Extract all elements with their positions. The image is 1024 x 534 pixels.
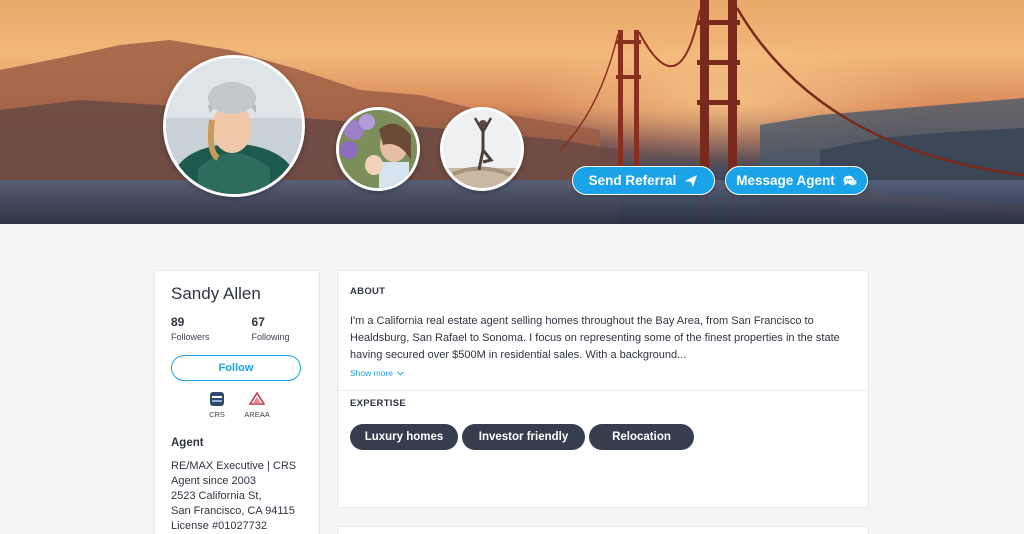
expertise-heading: EXPERTISE xyxy=(350,398,407,409)
about-heading: ABOUT xyxy=(350,286,386,297)
badge-crs-label: CRS xyxy=(209,410,225,419)
badge-crs[interactable]: CRS xyxy=(203,391,231,419)
follow-stats: 89 Followers 67 Following xyxy=(171,315,303,342)
gallery-photo-flowers[interactable] xyxy=(336,107,420,191)
agent-name: Sandy Allen xyxy=(171,284,261,303)
follow-button[interactable]: Follow xyxy=(171,355,301,381)
following-label: Following xyxy=(251,332,290,342)
agent-brokerage: RE/MAX Executive | CRS xyxy=(171,460,297,472)
hero-banner: Send Referral Message Agent xyxy=(0,0,1024,224)
section-divider xyxy=(338,390,868,391)
followers-stat[interactable]: 89 Followers xyxy=(171,315,210,342)
followers-count: 89 xyxy=(171,315,185,329)
agent-details: RE/MAX Executive | CRS Agent since 2003 … xyxy=(171,459,303,534)
areaa-logo-icon xyxy=(249,391,265,405)
bay-water xyxy=(0,180,1024,224)
message-agent-button[interactable]: Message Agent xyxy=(725,166,868,195)
yoga-photo xyxy=(443,110,521,188)
badge-areaa-label: AREAA xyxy=(244,410,270,419)
message-agent-label: Message Agent xyxy=(736,173,835,188)
agent-license: License #01027732 xyxy=(171,520,268,532)
send-referral-button[interactable]: Send Referral xyxy=(572,166,715,195)
chip-luxury-homes[interactable]: Luxury homes xyxy=(350,424,458,450)
following-count: 67 xyxy=(251,315,265,329)
profile-avatar[interactable] xyxy=(163,55,305,197)
show-more-link[interactable]: Show more xyxy=(350,368,404,378)
agent-since: Agent since 2003 xyxy=(171,475,257,487)
chat-bubbles-icon xyxy=(843,174,857,188)
chip-investor-friendly[interactable]: Investor friendly xyxy=(462,424,585,450)
agent-address-city: San Francisco, CA 94115 xyxy=(171,505,295,517)
followers-label: Followers xyxy=(171,332,210,342)
chevron-down-icon xyxy=(397,370,404,376)
agent-address-street: 2523 California St, xyxy=(171,490,262,502)
show-more-label: Show more xyxy=(350,368,393,378)
following-stat[interactable]: 67 Following xyxy=(252,315,290,342)
paper-plane-icon xyxy=(684,174,698,188)
chip-relocation[interactable]: Relocation xyxy=(589,424,694,450)
gallery-photo-yoga[interactable] xyxy=(440,107,524,191)
next-section-card xyxy=(337,526,869,534)
expertise-chips: Luxury homes Investor friendly Relocatio… xyxy=(350,424,694,450)
about-text: I'm a California real estate agent selli… xyxy=(350,315,840,361)
certification-badges: CRS AREAA xyxy=(171,391,303,419)
flowers-photo xyxy=(339,110,417,188)
about-card: ABOUT I'm a California real estate agent… xyxy=(337,270,869,508)
badge-areaa[interactable]: AREAA xyxy=(243,391,271,419)
agent-photo xyxy=(166,58,302,194)
crs-logo-icon xyxy=(210,392,224,406)
send-referral-label: Send Referral xyxy=(588,173,677,188)
agent-title: Agent xyxy=(171,437,204,449)
profile-card: Sandy Allen 89 Followers 67 Following Fo… xyxy=(154,270,320,534)
